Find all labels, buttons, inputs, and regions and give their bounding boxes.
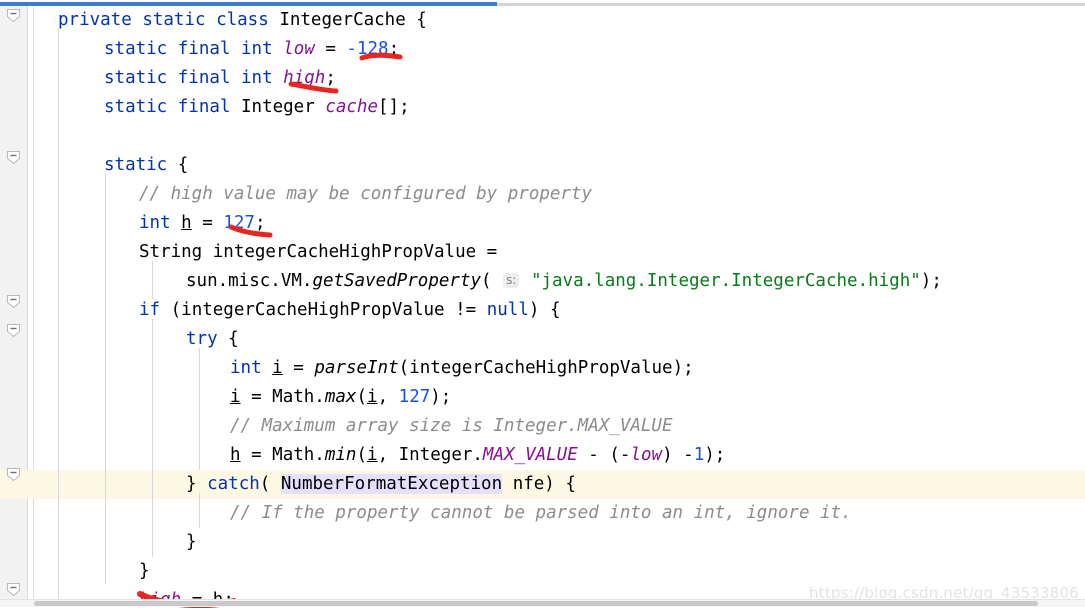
horizontal-scrollbar[interactable] xyxy=(0,599,1085,607)
code-line-18-comment[interactable]: // If the property cannot be parsed into… xyxy=(34,499,852,528)
fold-marker-static-block-end[interactable] xyxy=(6,582,21,597)
fold-marker-try-block[interactable] xyxy=(6,323,21,338)
code-editor: private static class IntegerCache { stat… xyxy=(0,0,1085,608)
code-line-6[interactable]: static { xyxy=(34,151,188,180)
code-line-12[interactable]: try { xyxy=(34,325,239,354)
horizontal-scroll-thumb[interactable] xyxy=(34,601,1038,606)
code-line-19[interactable]: } xyxy=(34,528,197,557)
code-line-20[interactable]: } xyxy=(34,557,150,586)
code-line-8[interactable]: int h = 127; xyxy=(34,209,266,238)
code-line-9[interactable]: String integerCacheHighPropValue = xyxy=(34,238,497,267)
code-line-17[interactable]: } catch( NumberFormatException nfe) { xyxy=(34,470,576,499)
code-area[interactable]: private static class IntegerCache { stat… xyxy=(34,6,1085,601)
code-line-1[interactable]: private static class IntegerCache { xyxy=(34,6,427,35)
fold-marker-if-block[interactable] xyxy=(6,294,21,309)
fold-marker-catch-block[interactable] xyxy=(6,467,21,482)
code-line-10[interactable]: sun.misc.VM.getSavedProperty( s: "java.l… xyxy=(34,267,942,296)
code-line-16[interactable]: h = Math.min(i, Integer.MAX_VALUE - (-lo… xyxy=(34,441,725,470)
code-line-11[interactable]: if (integerCacheHighPropValue != null) { xyxy=(34,296,560,325)
code-line-4[interactable]: static final Integer cache[]; xyxy=(34,93,410,122)
code-line-7-comment[interactable]: // high value may be configured by prope… xyxy=(34,180,592,209)
parameter-hint-badge[interactable]: s: xyxy=(503,273,520,288)
code-line-3[interactable]: static final int high; xyxy=(34,64,336,93)
code-line-5-blank[interactable] xyxy=(34,122,104,151)
code-line-15-comment[interactable]: // Maximum array size is Integer.MAX_VAL… xyxy=(34,412,673,441)
usage-highlight-token: NumberFormatException xyxy=(280,474,503,494)
code-line-2[interactable]: static final int low = -128; xyxy=(34,35,399,64)
fold-marker-static-block[interactable] xyxy=(6,150,21,165)
code-line-13[interactable]: int i = parseInt(integerCacheHighPropVal… xyxy=(34,354,694,383)
fold-marker-class-integercache[interactable] xyxy=(6,8,21,23)
code-line-14[interactable]: i = Math.max(i, 127); xyxy=(34,383,451,412)
